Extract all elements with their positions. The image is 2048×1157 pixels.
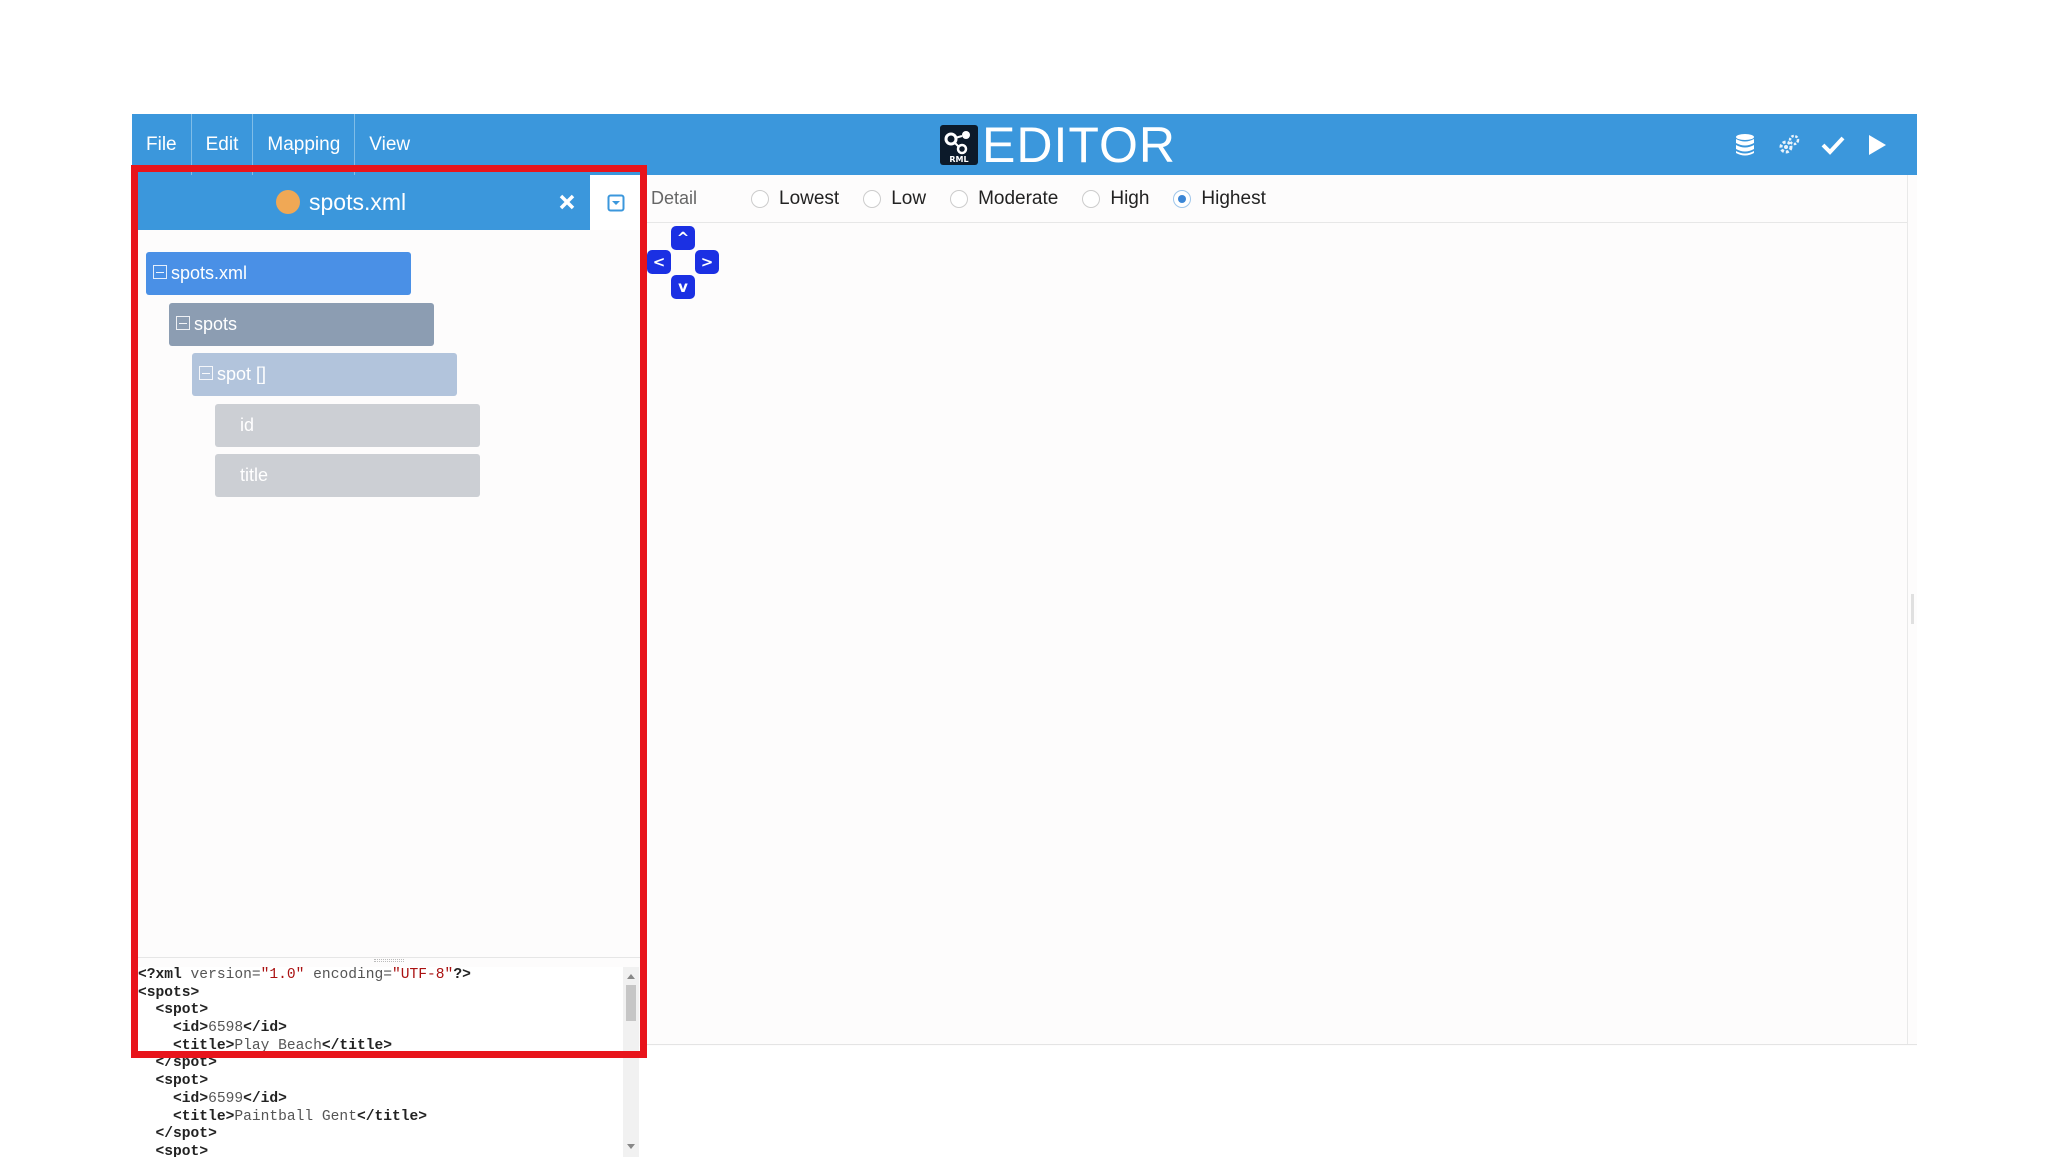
menu-view[interactable]: View	[355, 114, 424, 175]
resize-handle[interactable]	[1911, 594, 1914, 624]
radio-button-checked[interactable]	[1173, 189, 1192, 208]
scroll-up-arrow[interactable]	[627, 974, 635, 979]
app-brand: RML EDITOR	[940, 117, 1176, 173]
top-bar: File Edit Mapping View RML EDITOR	[132, 114, 1917, 175]
database-icon[interactable]	[1723, 123, 1767, 167]
menu-edit[interactable]: Edit	[192, 114, 254, 175]
code-line: <spot>	[155, 1073, 209, 1090]
tree-node-spot[interactable]: spot []	[192, 353, 457, 396]
tree-node-label: spots.xml	[171, 263, 248, 283]
menu-bar: File Edit Mapping View	[132, 114, 424, 175]
code-line: </spot>	[155, 1126, 217, 1143]
tree-node-label: title	[240, 465, 269, 485]
rml-logo-text: RML	[949, 155, 968, 164]
code-line: <spots>	[138, 984, 200, 1001]
app-title: EDITOR	[982, 117, 1176, 173]
play-icon[interactable]	[1855, 123, 1899, 167]
tree-node-label: id	[240, 415, 255, 435]
tree-node-spots[interactable]: spots	[169, 303, 434, 346]
tree-node-root[interactable]: spots.xml	[146, 252, 411, 295]
pan-up-button[interactable]: ^	[671, 226, 695, 250]
detail-label: Detail	[651, 188, 698, 208]
scroll-thumb[interactable]	[626, 985, 636, 1021]
code-line: <spot>	[155, 1143, 209, 1157]
cogs-icon[interactable]	[1767, 123, 1811, 167]
collapse-panel-button[interactable]	[590, 175, 641, 230]
file-tab-name: spots.xml	[309, 189, 407, 215]
radio-label: Highest	[1201, 187, 1266, 209]
minus-square-icon[interactable]	[153, 265, 167, 279]
file-tab[interactable]: spots.xml	[138, 175, 641, 230]
code-line: <title>Play Beach</title>	[173, 1037, 392, 1054]
tree-node-id[interactable]: id	[215, 404, 480, 447]
code-line: <title>Paintball Gent</title>	[173, 1108, 428, 1125]
right-panel-border	[1907, 175, 1908, 1045]
pan-right-button[interactable]: >	[695, 250, 719, 274]
radio-label: Low	[891, 187, 927, 209]
tree-node-label: spots	[194, 314, 238, 334]
code-line: <spot>	[155, 1002, 209, 1019]
pan-left-button[interactable]: <	[647, 250, 671, 274]
navigation-pad: ^ < > v	[647, 223, 727, 303]
radio-button[interactable]	[1082, 189, 1101, 208]
detail-level-bar: Detail Lowest Low Moderate High Highest	[647, 175, 1907, 223]
bottom-border	[647, 1044, 1917, 1045]
radio-button[interactable]	[863, 189, 882, 208]
menu-file[interactable]: File	[132, 114, 192, 175]
minus-square-icon[interactable]	[176, 316, 190, 330]
rml-logo-icon: RML	[940, 125, 978, 165]
detail-option-highest[interactable]: Highest	[1173, 187, 1266, 210]
panel-splitter[interactable]	[138, 957, 641, 963]
code-line: <id>6599</id>	[173, 1090, 287, 1107]
close-icon[interactable]	[550, 185, 584, 219]
source-code-view[interactable]: <?xml version="1.0" encoding="UTF-8"?> <s…	[138, 967, 623, 1157]
detail-option-moderate[interactable]: Moderate	[950, 188, 1058, 210]
detail-option-high[interactable]: High	[1082, 188, 1149, 210]
splitter-grip[interactable]	[374, 959, 404, 962]
tree-node-label: spot []	[217, 364, 267, 384]
detail-option-lowest[interactable]: Lowest	[751, 188, 839, 210]
menu-mapping[interactable]: Mapping	[253, 114, 356, 175]
rml-editor-app: File Edit Mapping View RML EDITOR spots.…	[132, 114, 1917, 1157]
caret-square-down-icon	[607, 194, 624, 211]
radio-label: Moderate	[978, 187, 1059, 209]
code-line: </spot>	[155, 1055, 217, 1072]
checkmark-icon[interactable]	[1811, 123, 1855, 167]
file-status-dot	[276, 190, 300, 214]
scroll-down-arrow[interactable]	[627, 1144, 635, 1149]
code-line: <?xml version="1.0" encoding="UTF-8"?>	[138, 967, 471, 983]
detail-option-low[interactable]: Low	[863, 188, 926, 210]
radio-button[interactable]	[950, 189, 969, 208]
tree-node-title[interactable]: title	[215, 454, 480, 497]
radio-label: Lowest	[779, 187, 840, 209]
code-line: <id>6598</id>	[173, 1020, 287, 1037]
toolbar-actions	[1723, 114, 1899, 175]
input-panel: spots.xml spots.xml spots spot [] id tit…	[138, 175, 641, 1157]
graph-canvas[interactable]	[647, 223, 1907, 1043]
code-scrollbar[interactable]	[623, 967, 639, 1157]
radio-button[interactable]	[751, 189, 769, 208]
pan-down-button[interactable]: v	[671, 275, 695, 299]
radio-label: High	[1110, 187, 1150, 209]
minus-square-icon[interactable]	[199, 366, 213, 380]
